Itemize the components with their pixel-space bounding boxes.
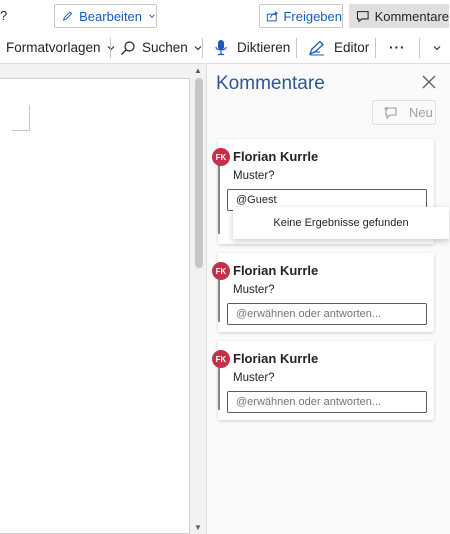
search-dropdown[interactable]: Suchen <box>120 32 203 63</box>
scroll-thumb[interactable] <box>195 78 203 268</box>
truncated-label: ? <box>0 8 8 23</box>
comment-text: Muster? <box>233 170 275 182</box>
search-icon <box>121 40 135 55</box>
more-options-label: ··· <box>389 40 406 55</box>
comments-pane: Kommentare Neu FK Florian Kurrle Muster?… <box>206 64 450 534</box>
reply-input[interactable] <box>227 391 427 413</box>
editor-label: Editor <box>334 40 370 55</box>
edit-mode-button[interactable]: Bearbeiten <box>54 4 157 28</box>
new-comment-button[interactable]: Neu <box>372 100 436 125</box>
share-button[interactable]: Freigeben <box>259 4 343 28</box>
reply-input[interactable] <box>227 303 427 325</box>
avatar: FK <box>212 350 230 368</box>
comment-text: Muster? <box>233 372 275 384</box>
styles-dropdown[interactable]: Formatvorlagen <box>6 32 116 63</box>
share-label: Freigeben <box>283 8 342 24</box>
pencil-icon <box>62 11 73 21</box>
comment-author: Florian Kurrle <box>233 149 319 164</box>
document-page[interactable] <box>0 78 190 534</box>
ribbon: Formatvorlagen Suchen Diktieren Editor ·… <box>0 32 450 64</box>
ribbon-divider <box>202 38 203 58</box>
edit-mode-label: Bearbeiten <box>79 8 143 24</box>
editor-button[interactable]: Editor <box>308 32 369 63</box>
comments-label: Kommentare <box>374 8 449 24</box>
comments-button[interactable]: Kommentare <box>349 4 449 28</box>
avatar: FK <box>212 262 230 280</box>
avatar: FK <box>212 148 230 166</box>
styles-label: Formatvorlagen <box>6 40 101 55</box>
ribbon-divider <box>375 38 376 58</box>
comment-author: Florian Kurrle <box>233 351 319 366</box>
ribbon-divider <box>110 38 111 58</box>
editor-pen-icon <box>308 40 324 56</box>
share-icon <box>266 11 278 22</box>
ribbon-divider <box>419 38 420 58</box>
comments-pane-title: Kommentare <box>216 73 325 94</box>
ribbon-divider <box>296 38 297 58</box>
mention-suggestions-dropdown: Keine Ergebnisse gefunden <box>233 207 449 239</box>
comment-card[interactable]: FK Florian Kurrle Muster? <box>212 253 434 332</box>
chevron-down-icon <box>433 45 441 50</box>
no-results-text: Keine Ergebnisse gefunden <box>273 217 409 229</box>
comment-card[interactable]: FK Florian Kurrle Muster? <box>212 341 434 420</box>
document-canvas[interactable]: ▲ ▼ <box>0 64 206 534</box>
more-options-button[interactable]: ··· <box>389 32 406 63</box>
comment-author: Florian Kurrle <box>233 263 319 278</box>
new-comment-icon <box>384 106 397 119</box>
search-label: Suchen <box>142 40 188 55</box>
comment-icon <box>356 10 369 22</box>
top-toolbar: ? Bearbeiten Freigeben Kommentare <box>0 0 450 32</box>
microphone-icon <box>215 39 227 55</box>
dictate-button[interactable]: Diktieren <box>214 32 290 63</box>
chevron-down-icon <box>149 14 155 18</box>
document-scrollbar[interactable]: ▲ ▼ <box>192 64 206 534</box>
scroll-up-icon[interactable]: ▲ <box>194 66 202 75</box>
ribbon-expand-button[interactable] <box>432 32 442 63</box>
comment-text: Muster? <box>233 284 275 296</box>
scroll-down-icon[interactable]: ▼ <box>194 523 202 532</box>
dictate-label: Diktieren <box>237 40 291 55</box>
close-icon[interactable] <box>420 73 438 91</box>
page-corner-mark <box>12 105 30 131</box>
new-comment-label: Neu <box>409 105 433 120</box>
